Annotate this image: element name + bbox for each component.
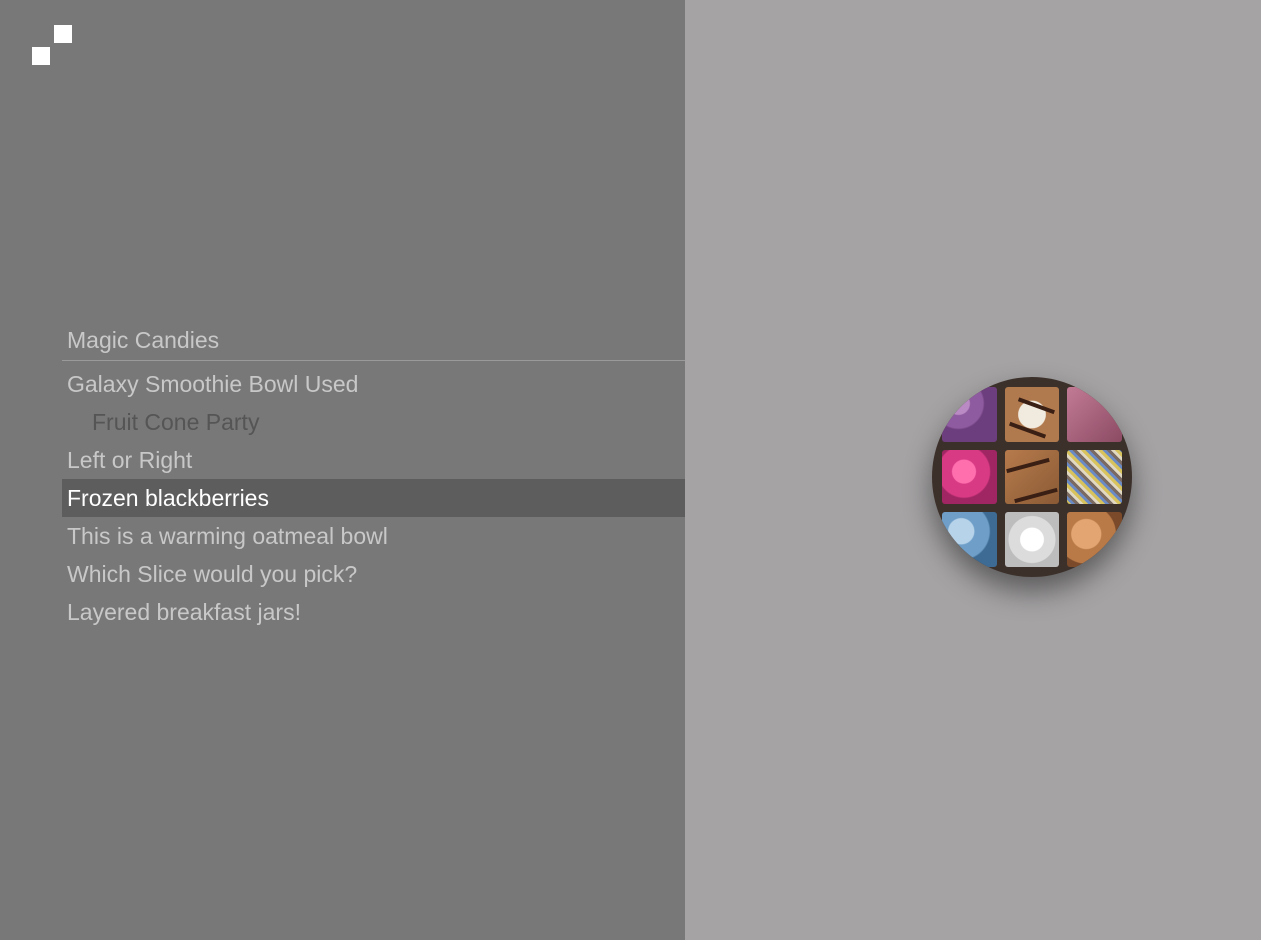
- blueberries-cell: [942, 512, 997, 567]
- logo-square-top: [54, 25, 72, 43]
- logo-square-bottom: [32, 47, 50, 65]
- menu-list: Galaxy Smoothie Bowl Used Fruit Cone Par…: [62, 361, 685, 631]
- blackberries-cell: [942, 387, 997, 442]
- preview-thumbnail[interactable]: [932, 377, 1132, 577]
- coconut-cell: [1004, 512, 1060, 567]
- chocolate-candy-cell: [1067, 387, 1122, 442]
- right-pane: [685, 0, 1261, 940]
- menu-item-left-or-right[interactable]: Left or Right: [62, 441, 685, 479]
- menu-item-galaxy-smoothie-bowl[interactable]: Galaxy Smoothie Bowl Used: [62, 365, 685, 403]
- category-menu: Magic Candies Galaxy Smoothie Bowl Used …: [62, 322, 685, 631]
- menu-item-warming-oatmeal-bowl[interactable]: This is a warming oatmeal bowl: [62, 517, 685, 555]
- left-pane: Magic Candies Galaxy Smoothie Bowl Used …: [0, 0, 685, 940]
- menu-item-which-slice[interactable]: Which Slice would you pick?: [62, 555, 685, 593]
- menu-item-layered-breakfast-jars[interactable]: Layered breakfast jars!: [62, 593, 685, 631]
- menu-item-frozen-blackberries[interactable]: Frozen blackberries: [62, 479, 685, 517]
- candy-grid-image: [938, 383, 1126, 571]
- logo-icon[interactable]: [32, 25, 72, 65]
- sprinkles-cell: [1067, 449, 1122, 505]
- cream-pastry-cell: [1004, 387, 1060, 442]
- page: Magic Candies Galaxy Smoothie Bowl Used …: [0, 0, 1261, 940]
- menu-item-fruit-cone-party[interactable]: Fruit Cone Party: [62, 403, 685, 441]
- chocolate-pastry-cell: [1004, 449, 1060, 505]
- menu-header[interactable]: Magic Candies: [62, 322, 685, 361]
- raspberries-cell: [942, 449, 997, 505]
- cookies-cell: [1067, 512, 1122, 567]
